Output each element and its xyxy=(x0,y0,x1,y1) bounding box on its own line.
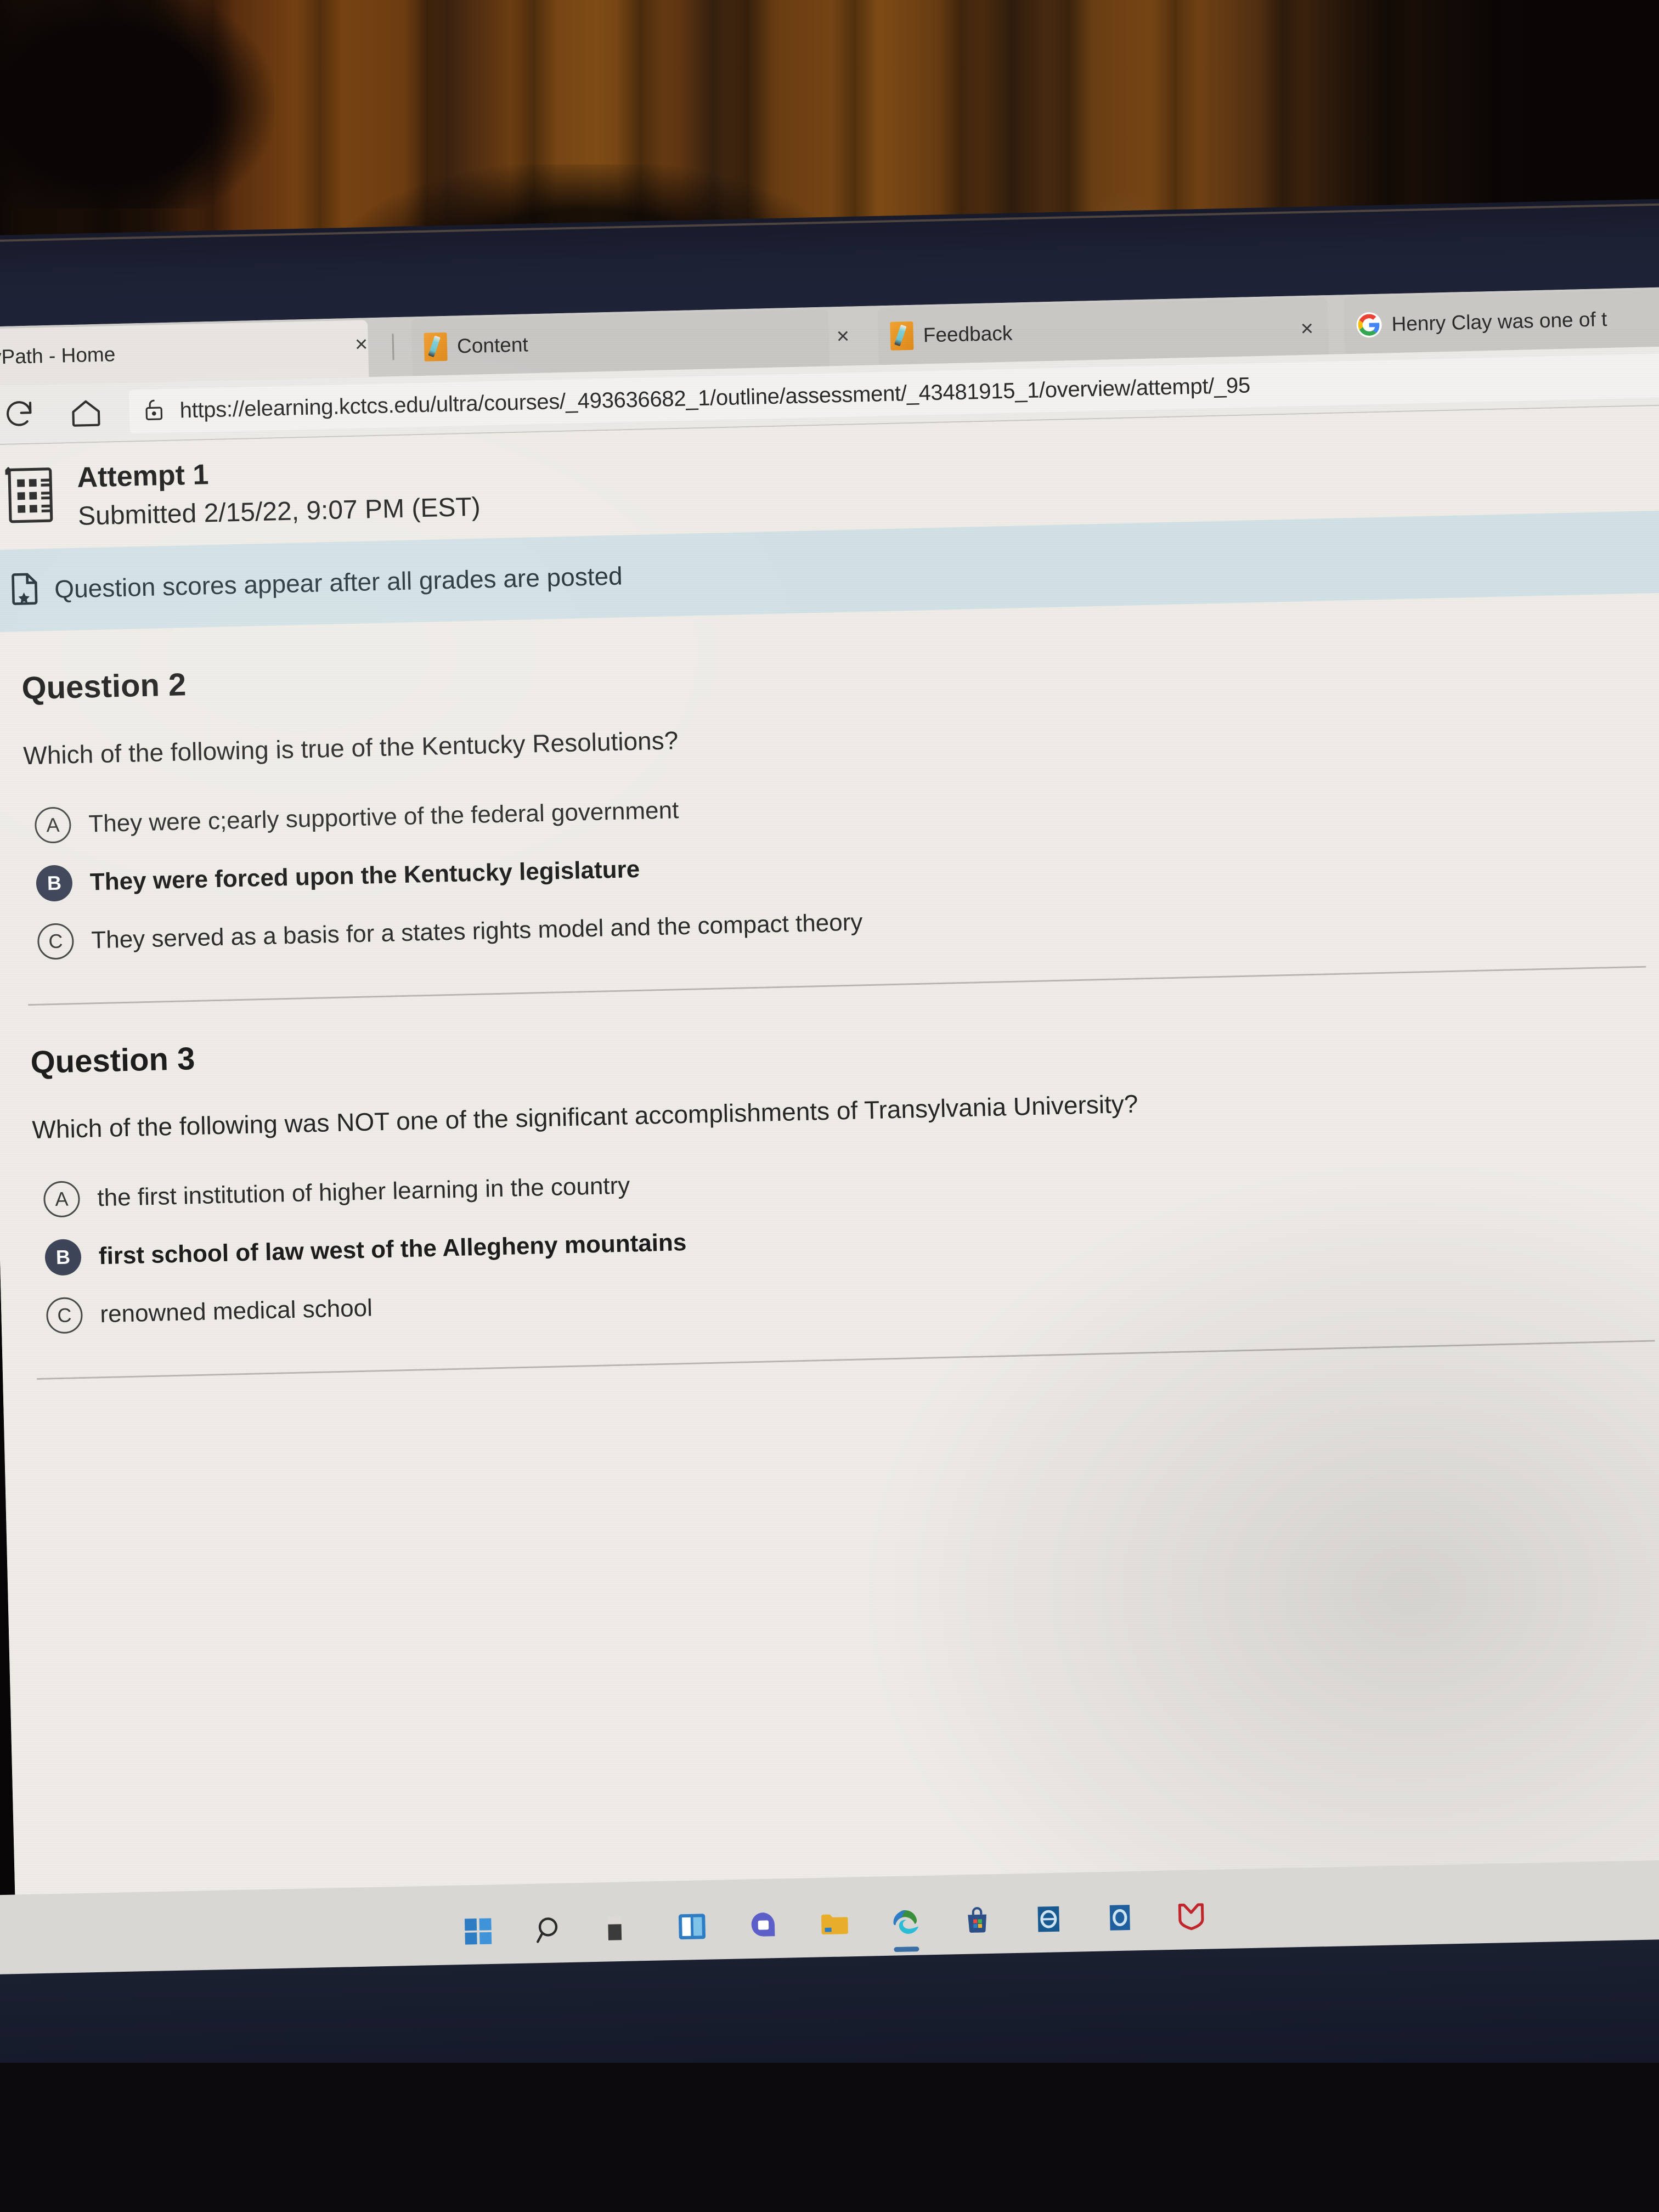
search-icon[interactable] xyxy=(529,1907,570,1951)
browser-tab-mypath[interactable]: MyPath - Home xyxy=(0,320,369,386)
reload-icon[interactable] xyxy=(0,390,43,438)
option-text: the first institution of higher learning… xyxy=(97,1172,630,1212)
option-letter-bubble: A xyxy=(43,1180,81,1218)
score-doc-icon xyxy=(10,571,41,608)
answer-options: A They were c;early supportive of the fe… xyxy=(24,731,1659,971)
file-explorer-icon[interactable] xyxy=(815,1901,855,1946)
browser-tab-henry-clay[interactable]: Henry Clay was one of t xyxy=(1344,287,1659,354)
browser-tab-content[interactable]: Content xyxy=(411,309,830,376)
outlook-icon[interactable] xyxy=(1029,1897,1069,1941)
answer-options: A the first institution of higher learni… xyxy=(32,1105,1659,1345)
option-letter-bubble-selected: B xyxy=(44,1238,82,1276)
option-text: They served as a basis for a states righ… xyxy=(91,909,863,954)
url-text: https://elearning.kctcs.edu/ultra/course… xyxy=(179,373,1251,422)
assessment-icon xyxy=(4,462,65,528)
option-letter-bubble-selected: B xyxy=(36,865,73,902)
option-text: They were c;early supportive of the fede… xyxy=(88,796,679,838)
option-text: first school of law west of the Alleghen… xyxy=(98,1228,687,1270)
page-content: Attempt 1 Submitted 2/15/22, 9:07 PM (ES… xyxy=(0,405,1659,1918)
microsoft-store-icon[interactable] xyxy=(957,1898,998,1943)
microsoft-edge-icon[interactable] xyxy=(886,1900,927,1944)
windows-start-icon[interactable] xyxy=(458,1909,499,1953)
laptop-screen-photo: MyPath - Home × Content × Feedback × Hen… xyxy=(0,0,1659,2212)
score-notice-text: Question scores appear after all grades … xyxy=(54,561,623,603)
tab-title: MyPath - Home xyxy=(0,343,116,369)
widgets-icon[interactable] xyxy=(672,1904,713,1949)
teams-chat-icon[interactable] xyxy=(743,1903,784,1947)
attempt-submitted: Submitted 2/15/22, 9:07 PM (EST) xyxy=(77,492,481,531)
task-view-icon[interactable] xyxy=(601,1906,641,1950)
option-text: They were forced upon the Kentucky legis… xyxy=(89,855,640,896)
option-text: renowned medical school xyxy=(99,1294,373,1328)
lock-icon xyxy=(140,396,168,426)
question-title: Question 4 xyxy=(38,1340,1659,1413)
tab-close-icon-mypath[interactable]: × xyxy=(354,332,368,357)
browser-window: MyPath - Home × Content × Feedback × Hen… xyxy=(0,286,1659,1918)
question-block-2: Question 2 Which of the following is tru… xyxy=(0,592,1659,972)
tab-title: Henry Clay was one of t xyxy=(1391,308,1607,336)
pencil-icon xyxy=(424,332,448,362)
question-block-3: Question 3 Which of the following was NO… xyxy=(0,966,1659,1346)
option-letter-bubble: C xyxy=(37,923,75,960)
google-icon xyxy=(1356,312,1383,338)
tab-title: Feedback xyxy=(923,321,1013,347)
home-icon[interactable] xyxy=(62,388,110,437)
shadow-region-left xyxy=(0,0,274,208)
mcafee-icon[interactable] xyxy=(1171,1894,1211,1938)
photo-bottom-edge xyxy=(0,2063,1659,2212)
tab-separator xyxy=(392,334,394,360)
browser-tab-feedback[interactable]: Feedback xyxy=(877,297,1329,365)
option-letter-bubble: A xyxy=(34,806,72,844)
tab-close-icon-content[interactable]: × xyxy=(836,324,849,349)
attempt-title: Attempt 1 xyxy=(76,459,209,494)
option-letter-bubble: C xyxy=(46,1296,83,1334)
tab-close-icon-feedback[interactable]: × xyxy=(1300,317,1313,341)
tab-title: Content xyxy=(456,333,529,358)
question-block-4: Question 4 xyxy=(3,1340,1659,1414)
office-icon[interactable] xyxy=(1099,1895,1140,1940)
pencil-icon xyxy=(890,321,914,351)
